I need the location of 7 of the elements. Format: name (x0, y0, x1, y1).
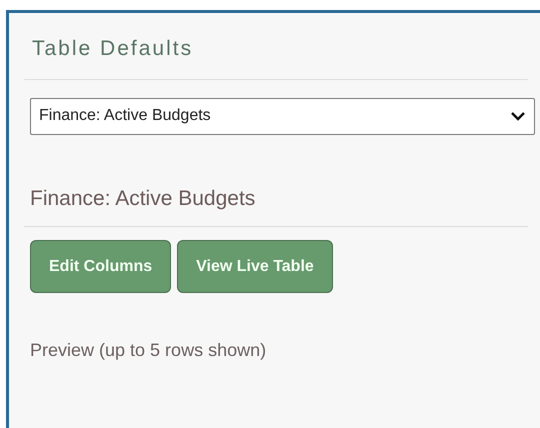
chevron-down-icon (510, 111, 526, 121)
preview-note: Preview (up to 5 rows shown) (30, 340, 266, 360)
section-title: Finance: Active Budgets (30, 186, 256, 210)
panel-title: Table Defaults (32, 37, 194, 60)
action-button[interactable]: View Live Table (177, 240, 333, 293)
action-button[interactable]: Edit Columns (30, 240, 172, 293)
table-select[interactable]: Finance: Active Budgets (30, 98, 535, 134)
